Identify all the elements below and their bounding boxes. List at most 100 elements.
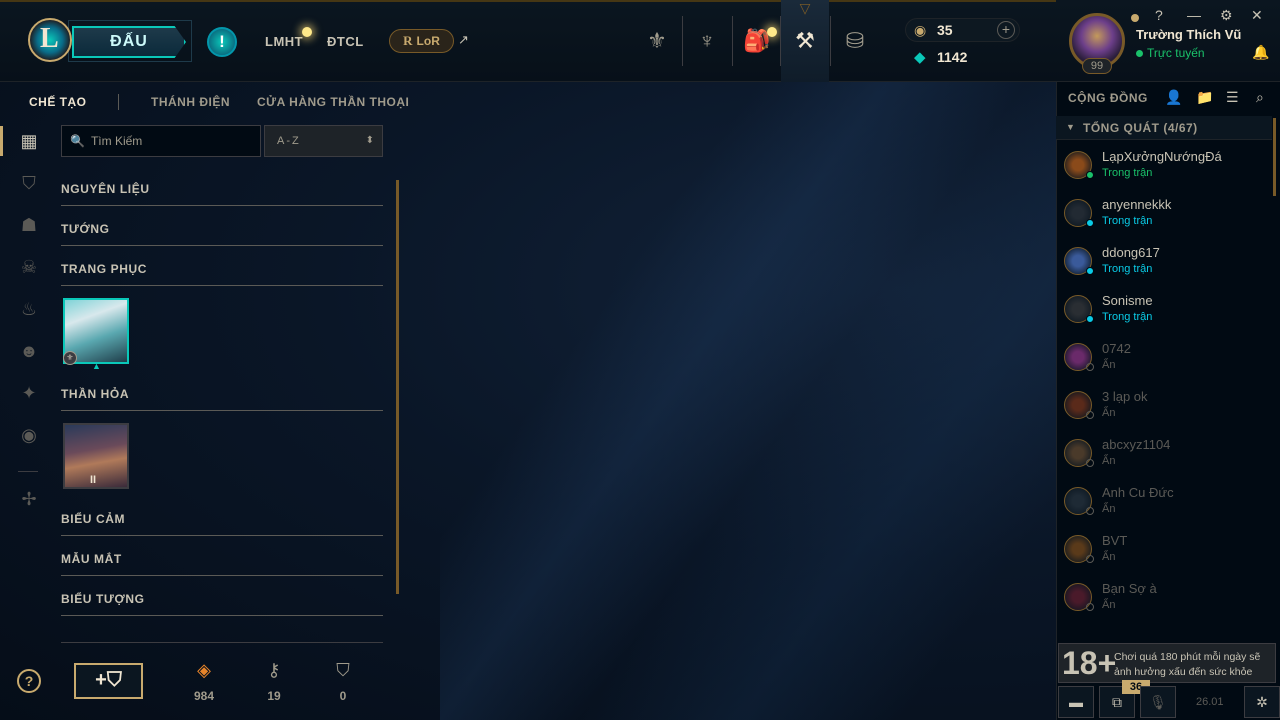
search-input[interactable]	[90, 134, 251, 148]
friend-row[interactable]: Bạn Sợ à Ẩn	[1056, 575, 1272, 623]
chat-icon[interactable]: ▬	[1058, 686, 1094, 718]
tab-lmht[interactable]: LMHT	[265, 34, 303, 49]
social-scrollbar[interactable]	[1273, 118, 1276, 196]
friend-row[interactable]: ddong617 Trong trận	[1056, 239, 1272, 287]
status-indicator-dot	[1131, 14, 1139, 22]
eternals-icon[interactable]: ✦	[17, 381, 41, 405]
close-button[interactable]: ✕	[1251, 7, 1263, 24]
list-view-icon[interactable]: ☰	[1226, 89, 1239, 106]
alert-icon[interactable]: !	[207, 27, 237, 57]
grid-view-icon[interactable]: ▦	[17, 129, 41, 153]
tab-sanctum[interactable]: THÁNH ĐIỆN	[151, 95, 230, 109]
tab-crafting[interactable]: CHẾ TẠO	[29, 95, 87, 109]
friend-status: Ẩn	[1102, 551, 1116, 563]
friend-row[interactable]: BVT Ẩn	[1056, 527, 1272, 575]
friend-status-dot	[1086, 507, 1094, 515]
key-icon: ⚷	[267, 660, 281, 680]
emote-face-icon[interactable]: ☻	[17, 339, 41, 363]
minimize-button[interactable]: —	[1187, 7, 1201, 23]
search-icon: 🔍	[70, 134, 85, 148]
buy-rp-button[interactable]: +	[997, 21, 1015, 39]
rp-icon: ◉	[914, 22, 927, 38]
microphone-icon[interactable]: 🎙	[1140, 686, 1176, 718]
chest-icon[interactable]: ⛉	[17, 171, 41, 195]
friend-status-dot	[1086, 603, 1094, 611]
friend-row[interactable]: 3 lạp ok Ẩn	[1056, 383, 1272, 431]
add-chest-button[interactable]: +⛉	[74, 663, 143, 699]
category-emotes[interactable]: BIỂU CẢM	[61, 512, 383, 536]
clash-icon[interactable]: ♆	[683, 0, 731, 82]
store-bag-icon[interactable]: 🎒	[733, 0, 781, 82]
league-logo-letter: L	[40, 23, 59, 54]
orange-essence-count: 984	[193, 689, 215, 703]
lor-button[interactable]: R LoR	[389, 29, 454, 53]
notification-glow-dot	[767, 27, 777, 37]
category-skins[interactable]: TRANG PHỤC	[61, 262, 383, 286]
friend-status-dot	[1086, 171, 1094, 179]
profile-icon[interactable]: ◉	[17, 423, 41, 447]
category-icons[interactable]: BIỂU TƯỢNG	[61, 592, 383, 616]
friend-name: Sonisme	[1102, 293, 1153, 308]
friend-row[interactable]: 0742 Ẩn	[1056, 335, 1272, 383]
tab-dtcl[interactable]: ĐTCL	[327, 34, 364, 49]
friend-status-dot	[1086, 363, 1094, 371]
friend-name: 0742	[1102, 341, 1131, 356]
friend-row[interactable]: Anh Cu Đức Ẩn	[1056, 479, 1272, 527]
orange-essence-icon: ◈	[197, 660, 211, 680]
sort-dropdown[interactable]: A-Z ⬍	[264, 125, 383, 157]
eternals-tile-label: II	[90, 474, 97, 486]
settings-gear-icon[interactable]: ⚙	[1220, 7, 1233, 24]
tab-mythic-shop[interactable]: CỬA HÀNG THẦN THOẠI	[257, 95, 409, 109]
friend-status-dot	[1086, 219, 1094, 227]
friend-row[interactable]: LạpXưởngNướngĐá Trong trận	[1056, 143, 1272, 191]
bug-report-icon[interactable]: ✲	[1244, 686, 1280, 718]
category-eternals[interactable]: THẦN HỎA	[61, 387, 383, 411]
age-warning-text: Chơi quá 180 phút mỗi ngày sẽ ảnh hưởng …	[1114, 651, 1261, 678]
category-champions[interactable]: TƯỚNG	[61, 222, 383, 246]
play-button[interactable]: ĐẤU	[72, 26, 186, 58]
summoner-name[interactable]: Trường Thích Vũ	[1136, 27, 1241, 42]
help-icon[interactable]: ?	[17, 669, 41, 693]
notification-bell-icon[interactable]: 🔔	[1252, 44, 1269, 61]
friend-name: LạpXưởngNướngĐá	[1102, 149, 1222, 164]
key-count: 19	[267, 689, 281, 703]
ward-flame-icon[interactable]: ♨	[17, 297, 41, 321]
add-friend-icon[interactable]: 👤	[1165, 89, 1182, 106]
external-link-icon: ↗	[458, 32, 469, 47]
friend-status: Trong trận	[1102, 263, 1153, 275]
category-materials[interactable]: NGUYÊN LIỆU	[61, 182, 383, 206]
friend-status: Trong trận	[1102, 311, 1153, 323]
search-box[interactable]: 🔍	[61, 125, 261, 157]
friend-status-dot	[1086, 459, 1094, 467]
coins-icon[interactable]: ⛁	[831, 0, 879, 82]
skin-mask-icon[interactable]: ☠	[17, 255, 41, 279]
friend-status: Trong trận	[1102, 215, 1153, 227]
friend-status: Ẩn	[1102, 455, 1116, 467]
online-status[interactable]: Trực tuyến	[1136, 46, 1205, 60]
chest-count: 0	[339, 689, 347, 703]
chest-icon: ⛉	[336, 660, 350, 680]
friend-status: Ẩn	[1102, 503, 1116, 515]
friend-row[interactable]: abcxyz1104 Ẩn	[1056, 431, 1272, 479]
status-text: Trực tuyến	[1147, 46, 1205, 60]
friend-row[interactable]: Sonisme Trong trận	[1056, 287, 1272, 335]
age-rating: 18+	[1062, 645, 1117, 681]
search-icon[interactable]: ⌕	[1256, 89, 1264, 106]
skin-rarity-icon: ⚜	[63, 351, 77, 365]
loot-scrollbar[interactable]	[396, 180, 399, 594]
background-streak	[440, 80, 1060, 720]
help-control-button[interactable]: ?	[1155, 7, 1163, 23]
champion-helmet-icon[interactable]: ☗	[17, 213, 41, 237]
friend-row[interactable]: anyennekkk Trong trận	[1056, 191, 1272, 239]
category-ward-skins[interactable]: MẪU MẮT	[61, 552, 383, 576]
add-folder-icon[interactable]: 📁	[1196, 89, 1213, 106]
rp-value: 35	[937, 22, 953, 38]
tft-icon[interactable]: ✢	[17, 487, 41, 511]
friend-status: Ẩn	[1102, 359, 1116, 371]
notification-glow-dot	[302, 27, 312, 37]
friend-name: Bạn Sợ à	[1102, 581, 1157, 596]
sort-arrows-icon: ⬍	[365, 135, 374, 146]
trophy-icon[interactable]: ⚜	[633, 0, 681, 82]
friend-name: abcxyz1104	[1102, 437, 1171, 452]
friend-status-dot	[1086, 411, 1094, 419]
